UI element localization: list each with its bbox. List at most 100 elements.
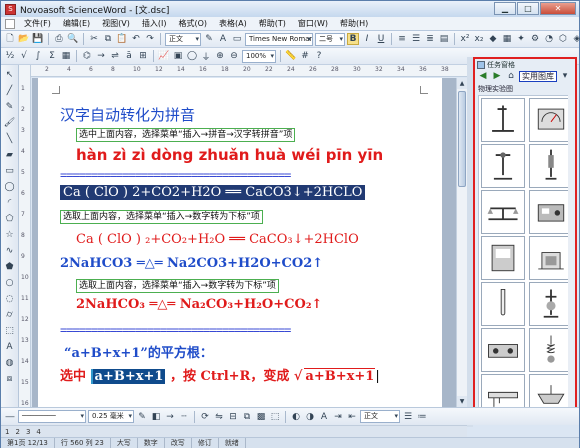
- document-icon[interactable]: [5, 18, 15, 29]
- zoom-combo[interactable]: 100%: [242, 49, 276, 63]
- menu-edit[interactable]: 编辑(E): [57, 18, 96, 29]
- tool-icon-4[interactable]: ⬡: [557, 33, 569, 45]
- matrix-icon[interactable]: ▦: [60, 50, 72, 62]
- menu-insert[interactable]: 插入(I): [136, 18, 173, 29]
- line-icon[interactable]: ╱: [4, 85, 16, 96]
- list-icon[interactable]: ☰: [402, 411, 414, 423]
- order-icon[interactable]: ⧉: [241, 411, 253, 423]
- maximize-button[interactable]: □: [517, 2, 539, 15]
- zoom-out-icon[interactable]: ⊖: [228, 50, 240, 62]
- gallery-item-5[interactable]: [481, 190, 525, 234]
- bottom-style-combo[interactable]: 正文: [360, 410, 400, 423]
- scroll-down-arrow[interactable]: ▼: [457, 396, 467, 407]
- page-tab-2[interactable]: 2: [15, 428, 19, 436]
- align-icon[interactable]: ⊟: [227, 411, 239, 423]
- color-icon-2[interactable]: ◑: [304, 411, 316, 423]
- cube-icon[interactable]: ⬚: [4, 325, 16, 336]
- font-combo[interactable]: Times New Roman: [245, 32, 313, 46]
- sum-icon[interactable]: Σ: [46, 50, 58, 62]
- circuit-icon[interactable]: ⏚: [200, 50, 212, 63]
- 3d-icon[interactable]: ⬚: [269, 411, 281, 423]
- open-icon[interactable]: 📂: [18, 33, 30, 45]
- page-tab-1[interactable]: 1: [5, 428, 9, 436]
- gallery-item-12[interactable]: [529, 328, 571, 372]
- gallery-item-10[interactable]: [529, 282, 571, 326]
- zoom-in-icon[interactable]: ⊕: [214, 50, 226, 62]
- print-icon[interactable]: ⎙: [53, 33, 65, 45]
- dotted-circle-icon[interactable]: ◌: [4, 293, 16, 304]
- line-color-icon[interactable]: ✎: [136, 411, 148, 423]
- back-icon[interactable]: ◀: [477, 70, 489, 82]
- gallery-item-4[interactable]: [529, 144, 571, 188]
- gallery-item-3[interactable]: [481, 144, 525, 188]
- chevron-down-icon[interactable]: ▾: [559, 70, 571, 82]
- reaction-icon[interactable]: ⇌: [109, 50, 121, 62]
- selected-expression[interactable]: a+B+x+1: [90, 369, 166, 384]
- bold-button[interactable]: B: [347, 33, 359, 45]
- flip-icon[interactable]: ⇋: [213, 411, 225, 423]
- gallery-item-6[interactable]: [529, 190, 571, 234]
- outdent-icon[interactable]: ⇤: [346, 411, 358, 423]
- copy-icon[interactable]: ⧉: [102, 33, 114, 45]
- minimize-button[interactable]: ▁: [494, 2, 516, 15]
- fill-icon[interactable]: ◍: [4, 357, 16, 368]
- cylinder-icon[interactable]: ⌭: [4, 309, 16, 320]
- pen-icon[interactable]: ✎: [4, 101, 16, 112]
- line-style-icon[interactable]: ―: [4, 411, 16, 423]
- menu-tools[interactable]: 帮助(T): [253, 18, 292, 29]
- undo-icon[interactable]: ↶: [130, 33, 142, 45]
- rotate-icon[interactable]: ⟳: [199, 411, 211, 423]
- rectangle-icon[interactable]: ▭: [4, 165, 16, 176]
- ellipse-icon[interactable]: ◯: [4, 181, 16, 192]
- gallery-item-11[interactable]: [481, 328, 525, 372]
- menu-format[interactable]: 格式(O): [172, 18, 213, 29]
- gallery-item-7[interactable]: [481, 236, 525, 280]
- redo-icon[interactable]: ↷: [144, 33, 156, 45]
- indent-icon[interactable]: ⇥: [332, 411, 344, 423]
- format-painter-icon[interactable]: ✎: [203, 33, 215, 45]
- circle-icon[interactable]: ○: [4, 277, 16, 288]
- preview-icon[interactable]: 🔍: [67, 33, 79, 45]
- line-style-combo[interactable]: ────────: [18, 410, 86, 423]
- gallery-scrollbar[interactable]: [568, 95, 573, 421]
- curve-icon[interactable]: ∿: [4, 245, 16, 256]
- polygon-icon[interactable]: ⬠: [4, 213, 16, 224]
- text-box-icon[interactable]: ▭: [231, 33, 243, 45]
- arrow-style-icon[interactable]: →: [164, 411, 176, 423]
- line2-icon[interactable]: ╲: [4, 133, 16, 144]
- color-icon-1[interactable]: ◐: [290, 411, 302, 423]
- menu-file[interactable]: 文件(F): [18, 18, 57, 29]
- highlight-icon[interactable]: ◆: [487, 33, 499, 45]
- tool-icon-3[interactable]: ◔: [543, 33, 555, 45]
- sqrt-icon[interactable]: √: [18, 50, 30, 62]
- shape-icon[interactable]: ◯: [186, 50, 198, 62]
- fill-color-icon[interactable]: ◧: [150, 411, 162, 423]
- line-width-combo[interactable]: 0.25 毫米: [88, 410, 134, 423]
- document-page[interactable]: 汉字自动转化为拼音 选中上面内容，选择菜单“插入→拼音→汉字转拼音”项 hàn …: [38, 78, 442, 407]
- ruler-icon[interactable]: 📏: [285, 50, 297, 62]
- italic-button[interactable]: I: [361, 33, 373, 45]
- dash-style-icon[interactable]: ┄: [178, 411, 190, 423]
- vertical-scrollbar[interactable]: ▲ ▼: [456, 78, 467, 407]
- style-combo[interactable]: 正文: [165, 32, 201, 46]
- help-icon[interactable]: ?: [313, 50, 325, 62]
- forward-icon[interactable]: ▶: [491, 70, 503, 82]
- scroll-thumb[interactable]: [458, 91, 466, 187]
- text-icon[interactable]: A: [4, 341, 16, 352]
- align-left-icon[interactable]: ≡: [396, 33, 408, 45]
- chart-icon[interactable]: 📈: [158, 50, 170, 62]
- picture-icon[interactable]: ▣: [172, 50, 184, 62]
- shadow-icon[interactable]: ▩: [255, 411, 267, 423]
- home-icon[interactable]: ⌂: [505, 70, 517, 82]
- align-right-icon[interactable]: ≣: [424, 33, 436, 45]
- underline-button[interactable]: U: [375, 33, 387, 45]
- menu-view[interactable]: 视图(V): [96, 18, 136, 29]
- tool-icon-1[interactable]: ✦: [515, 33, 527, 45]
- page-tab-4[interactable]: 4: [36, 428, 40, 436]
- tool-icon-5[interactable]: ◈: [571, 33, 580, 45]
- table-icon[interactable]: ⊞: [137, 50, 149, 62]
- gallery-item-8[interactable]: [529, 236, 571, 280]
- paste-icon[interactable]: 📋: [116, 33, 128, 45]
- arrow-icon[interactable]: →: [95, 50, 107, 62]
- superscript-icon[interactable]: x²: [459, 33, 471, 45]
